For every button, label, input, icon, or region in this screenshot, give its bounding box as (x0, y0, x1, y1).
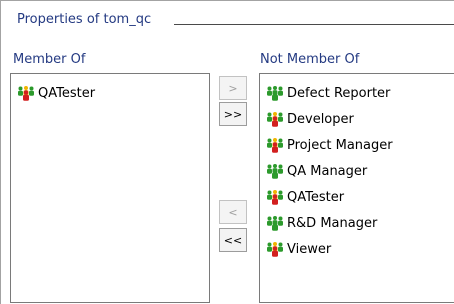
member-of-label: Member Of (13, 52, 86, 67)
user-group-mixed-icon (266, 111, 284, 127)
not-member-of-label: Not Member Of (260, 52, 360, 67)
group-title: Properties of tom_qc (17, 12, 157, 27)
add-all-button[interactable]: >> (219, 102, 247, 126)
list-item[interactable]: Defect Reporter (260, 80, 393, 106)
user-group-green-icon (266, 85, 284, 101)
list-item[interactable]: Project Manager (260, 132, 393, 158)
list-item-label: Defect Reporter (287, 85, 391, 101)
list-item[interactable]: R&D Manager (260, 210, 393, 236)
list-item[interactable]: Viewer (260, 236, 393, 262)
list-item-label: QATester (38, 85, 96, 101)
list-item[interactable]: QATester (11, 80, 95, 106)
list-item[interactable]: QATester (260, 184, 393, 210)
list-item-label: Project Manager (287, 137, 393, 153)
user-group-green-icon (266, 215, 284, 231)
list-item-label: Developer (287, 111, 354, 127)
add-selected-button[interactable]: > (219, 76, 247, 100)
list-item[interactable]: Developer (260, 106, 393, 132)
list-item-label: QA Manager (287, 163, 368, 179)
group-title-rule (174, 24, 454, 25)
list-item-label: R&D Manager (287, 215, 378, 231)
remove-all-button[interactable]: << (219, 228, 247, 252)
remove-selected-button[interactable]: < (219, 200, 247, 224)
not-member-of-list[interactable]: Defect Reporter Developer Project Manager Q… (259, 73, 454, 303)
user-group-mixed-icon (266, 241, 284, 257)
member-of-list[interactable]: QATester (10, 73, 210, 303)
list-item-label: Viewer (287, 241, 332, 257)
user-group-mixed-icon (266, 189, 284, 205)
user-group-green-icon (266, 163, 284, 179)
user-group-mixed-icon (17, 85, 35, 101)
list-item[interactable]: QA Manager (260, 158, 393, 184)
list-item-label: QATester (287, 189, 345, 205)
user-group-mixed-icon (266, 137, 284, 153)
